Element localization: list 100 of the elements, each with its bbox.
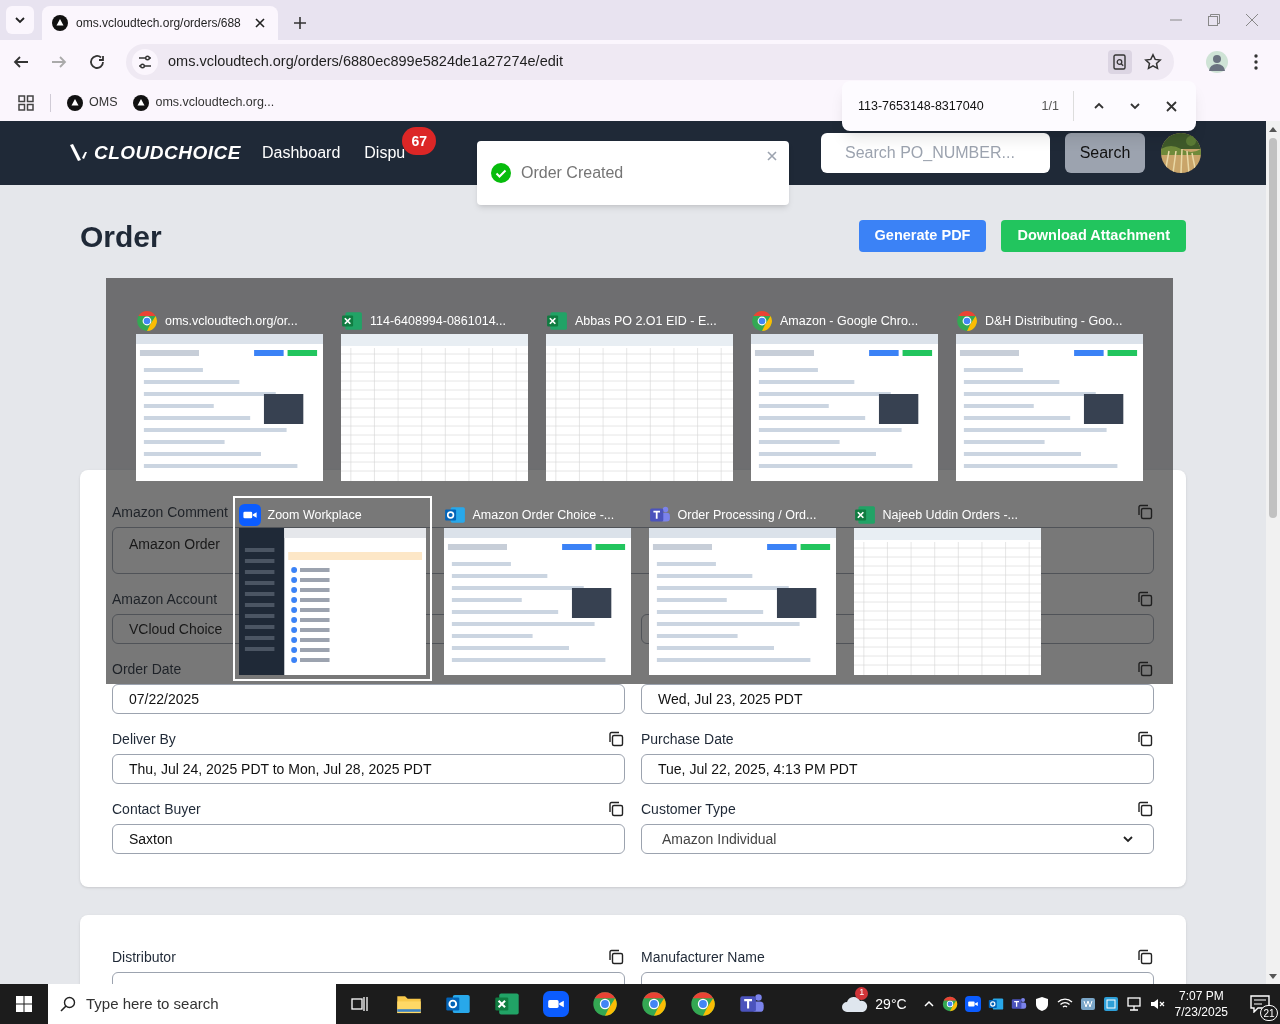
profile-button[interactable] <box>1206 51 1228 73</box>
cloud-icon <box>841 995 870 1013</box>
bookmark-button[interactable] <box>1142 51 1164 73</box>
restore-button[interactable] <box>1208 14 1220 26</box>
site-settings-icon <box>137 54 153 70</box>
copy-icon <box>1137 504 1153 520</box>
input-field[interactable]: Saxton <box>112 824 625 854</box>
window-title: Najeeb Uddin Orders -... <box>882 506 1018 524</box>
app-tray-icon <box>1079 996 1096 1012</box>
page-search-icon <box>1112 54 1128 70</box>
browser-app-icon <box>751 310 773 332</box>
input-field[interactable]: 07/22/2025 <box>112 684 625 714</box>
field-label: Contact Buyer <box>112 799 201 819</box>
copy-button[interactable] <box>607 730 625 748</box>
reload-icon <box>88 53 106 71</box>
mail-app-icon <box>443 504 466 526</box>
spreadsheet-app-icon <box>493 991 520 1017</box>
video-app-icon <box>542 991 569 1017</box>
apps-button[interactable] <box>18 94 34 111</box>
field-label: Deliver By <box>112 729 176 749</box>
browser-app-icon <box>591 991 618 1017</box>
search-field[interactable]: Search PO_NUMBER... <box>821 133 1050 173</box>
scroll-up-icon <box>1269 126 1277 132</box>
copy-button[interactable] <box>1136 800 1154 818</box>
field-label: Customer Type <box>641 799 736 819</box>
window-tile[interactable]: Amazon - Google Chro... <box>745 302 944 487</box>
task-view-icon <box>351 996 369 1012</box>
shield-icon <box>1033 996 1050 1012</box>
window-title: oms.vcloudtech.org/or... <box>165 312 298 330</box>
window-title: Abbas PO 2.O1 EID - E... <box>575 312 717 330</box>
nav-link[interactable]: Dashboard <box>262 141 341 165</box>
window-tile[interactable]: 114-6408994-0861014... <box>335 302 534 487</box>
star-icon <box>1144 53 1162 71</box>
chevron-down-icon <box>1129 100 1141 112</box>
window-tile[interactable]: Amazon Order Choice -... <box>437 496 637 681</box>
minimize-icon <box>1170 19 1182 21</box>
field-label: Amazon Account <box>112 589 218 609</box>
copy-icon <box>1137 949 1153 965</box>
chat-app-icon <box>1010 996 1027 1012</box>
temperature-text: 29°C <box>875 994 907 1014</box>
field-label: Distributor <box>112 947 176 967</box>
field-label: Amazon Comment <box>112 502 228 522</box>
window-tile[interactable]: Abbas PO 2.O1 EID - E... <box>540 302 739 487</box>
copy-button[interactable] <box>1136 948 1154 966</box>
address-bar[interactable]: oms.vcloudtech.org/orders/6880ec899e5824de1a27274e/edit <box>126 44 1174 80</box>
search-icon <box>60 996 76 1012</box>
match-count: 1/1 <box>1041 97 1059 115</box>
copy-button[interactable] <box>607 948 625 966</box>
field-label: Manufacturer Name <box>641 947 765 967</box>
browser-app-icon <box>689 991 716 1017</box>
triangle-logo-icon <box>52 15 68 31</box>
input-field[interactable]: Tue, Jul 22, 2025, 4:13 PM PDT <box>641 754 1154 784</box>
generate-pdf-button[interactable]: Generate PDF <box>858 220 987 252</box>
window-tile[interactable]: Order Processing / Ord... <box>642 496 842 681</box>
browser-app-icon <box>941 996 958 1012</box>
copy-icon <box>1137 661 1153 677</box>
browser-app-icon <box>136 310 158 332</box>
spreadsheet-app-icon <box>546 310 568 332</box>
page-title: Order <box>80 218 162 255</box>
input-field[interactable]: Wed, Jul 23, 2025 PDT <box>641 684 1154 714</box>
video-app-icon <box>964 996 981 1012</box>
window-title: Zoom Workplace <box>267 506 362 524</box>
triangle-logo-icon <box>67 94 83 111</box>
close-window-button[interactable] <box>1246 14 1258 26</box>
close-icon <box>255 18 265 28</box>
copy-icon <box>608 801 624 817</box>
bookmark-link[interactable]: oms.vcloudtech.org... <box>133 93 275 112</box>
spreadsheet-app-icon <box>853 504 876 526</box>
notifications-button[interactable]: 21 <box>1240 984 1280 1024</box>
browser-app-icon <box>956 310 978 332</box>
logo-text: CLOUDCHOICE <box>94 140 241 165</box>
window-tile[interactable]: oms.vcloudtech.org/or... <box>130 302 329 487</box>
find-in-page-button[interactable] <box>1108 50 1132 74</box>
input-field[interactable]: Thu, Jul 24, 2025 PDT to Mon, Jul 28, 2025 PDT <box>112 754 625 784</box>
notification-badge: 1 <box>855 986 869 1000</box>
window-tile[interactable]: Zoom Workplace <box>232 496 432 681</box>
close-icon <box>1165 100 1177 112</box>
grid-icon <box>18 94 34 111</box>
bookmark-link[interactable]: OMS <box>67 93 118 112</box>
browser-tab[interactable]: oms.vcloudtech.org/orders/688 <box>42 6 278 40</box>
copy-button[interactable] <box>1136 730 1154 748</box>
window-tile[interactable]: Najeeb Uddin Orders -... <box>847 496 1047 681</box>
window-title: Amazon Order Choice -... <box>472 506 615 524</box>
copy-icon <box>608 949 624 965</box>
tab-list-button[interactable] <box>6 6 34 34</box>
toast-message: Order Created <box>521 163 625 183</box>
search-button[interactable]: Search <box>1065 133 1145 173</box>
window-tile[interactable]: D&H Distributing - Goo... <box>950 302 1149 487</box>
browser-app-icon <box>640 991 667 1017</box>
window-title: Order Processing / Ord... <box>677 506 817 524</box>
copy-button[interactable] <box>607 800 625 818</box>
tab-title: oms.vcloudtech.org/orders/688 <box>76 15 242 32</box>
copy-icon <box>1137 731 1153 747</box>
select-field[interactable]: Amazon Individual <box>641 824 1154 854</box>
scroll-down-icon <box>1269 974 1277 980</box>
find-query[interactable]: 113-7653148-8317040 <box>858 96 1028 116</box>
mail-app-icon <box>987 996 1004 1012</box>
network-icon <box>1125 996 1142 1012</box>
taskbar-search-field[interactable]: Type here to search <box>48 984 336 1024</box>
window-title: 114-6408994-0861014... <box>370 312 506 330</box>
